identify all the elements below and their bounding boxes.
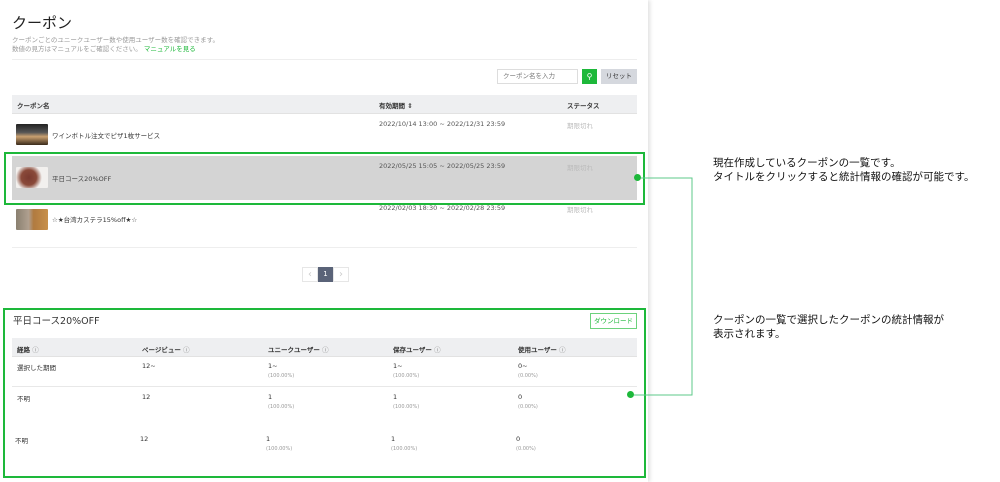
connector-lines <box>634 177 693 396</box>
annotation-text: タイトルをクリックすると統計情報の確認が可能です。 <box>713 171 975 183</box>
connector-line <box>634 177 693 396</box>
annotation-text: クーポンの一覧で選択したクーポンの統計情報が <box>713 314 944 326</box>
annotation-text: 現在作成しているクーポンの一覧です。 <box>713 157 901 169</box>
annotation-stats: クーポンの一覧で選択したクーポンの統計情報が 表示されます。 <box>713 313 944 341</box>
annotation-list: 現在作成しているクーポンの一覧です。 タイトルをクリックすると統計情報の確認が可… <box>713 156 974 184</box>
annotation-text: 表示されます。 <box>713 328 786 340</box>
